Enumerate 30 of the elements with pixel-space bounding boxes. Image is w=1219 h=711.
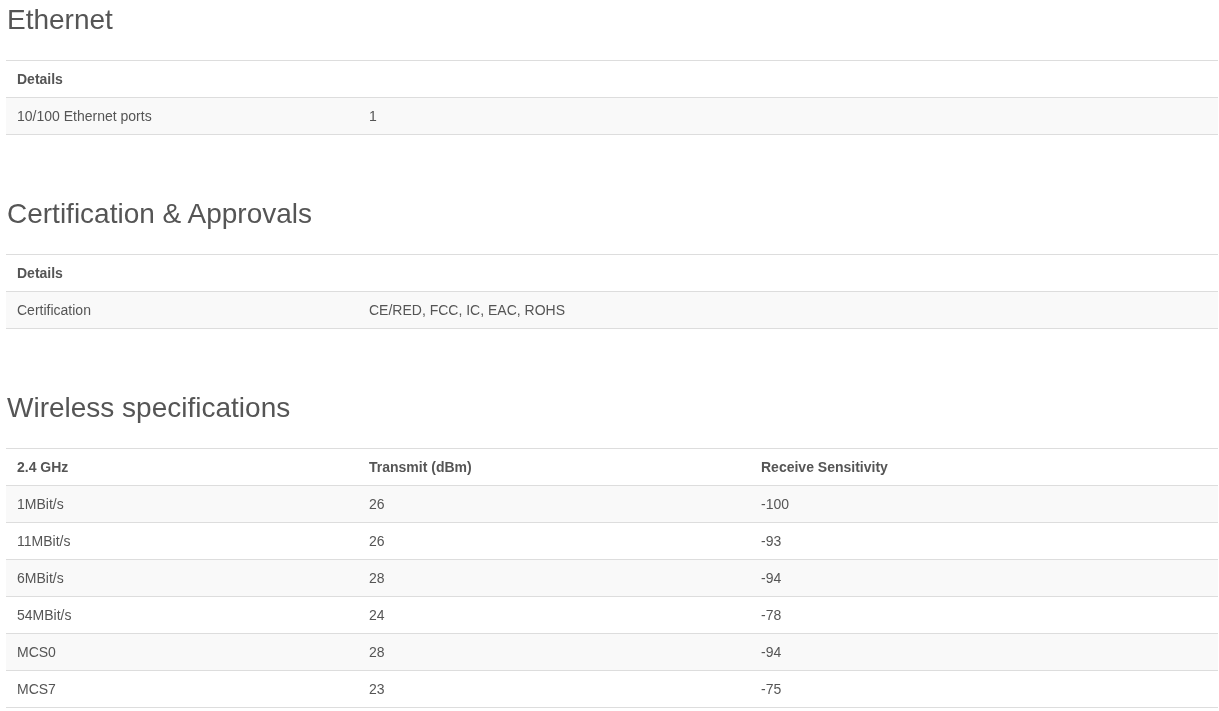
table-cell-text: -94 [760, 644, 783, 660]
section-heading: Wireless specifications [7, 391, 292, 425]
table-cell-text: 10/100 Ethernet ports [16, 108, 153, 124]
table-cell-text: MCS7 [16, 681, 57, 697]
table-cell-text: Certification [16, 302, 92, 318]
column-header: 2.4 GHz [16, 459, 70, 475]
table-cell-text: 26 [368, 496, 386, 512]
table-cell-text: CE/RED, FCC, IC, EAC, ROHS [368, 302, 567, 318]
table-cell-text: 11MBit/s [16, 533, 72, 549]
table-cell-text: -100 [760, 496, 791, 512]
table-cell-text: -93 [760, 533, 783, 549]
table-cell-text: 54MBit/s [16, 607, 73, 623]
column-header: Details [16, 265, 64, 281]
table-cell-text: -94 [760, 570, 783, 586]
column-header: Details [16, 71, 64, 87]
section-heading: Certification & Approvals [7, 197, 314, 231]
column-header: Transmit (dBm) [368, 459, 473, 475]
table-cell-text: MCS0 [16, 644, 57, 660]
table-cell-text: 23 [368, 681, 386, 697]
table-cell-text: 1MBit/s [16, 496, 65, 512]
table-cell-text: 6MBit/s [16, 570, 65, 586]
table-cell-text: -75 [760, 681, 783, 697]
table-cell-text: -78 [760, 607, 783, 623]
table-cell-text: 26 [368, 533, 386, 549]
column-header: Receive Sensitivity [760, 459, 889, 475]
section-heading: Ethernet [7, 3, 114, 37]
table-cell-text: 24 [368, 607, 386, 623]
table-cell-text: 1 [368, 108, 378, 124]
table-cell-text: 28 [368, 644, 386, 660]
table-cell-text: 28 [368, 570, 386, 586]
